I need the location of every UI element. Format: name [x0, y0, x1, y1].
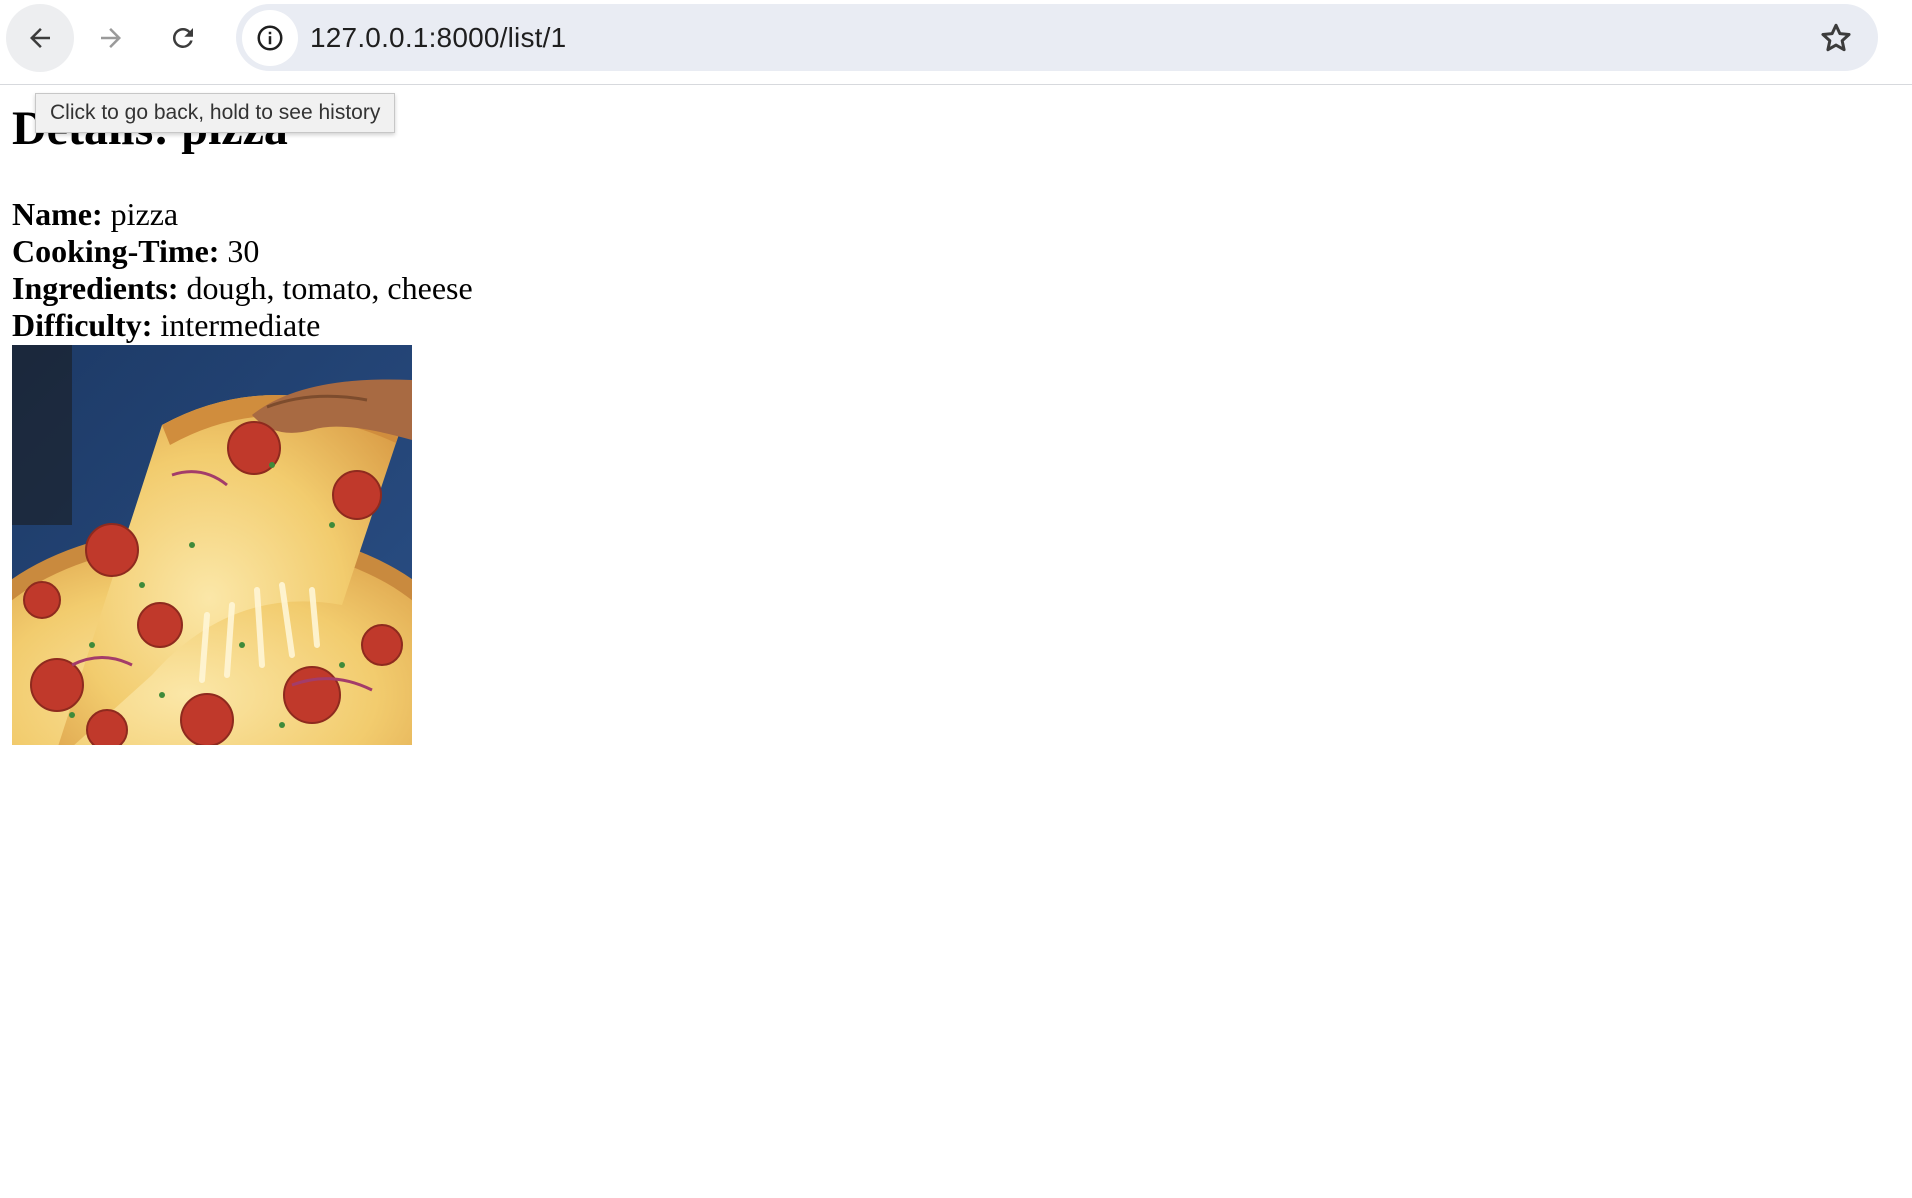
pizza-image: [12, 345, 412, 745]
browser-toolbar: 127.0.0.1:8000/list/1: [0, 0, 1912, 85]
arrow-right-icon: [101, 28, 121, 48]
forward-button[interactable]: [77, 4, 145, 72]
detail-value: dough, tomato, cheese: [186, 270, 473, 306]
detail-label: Difficulty:: [12, 307, 161, 343]
back-button-tooltip: Click to go back, hold to see history: [35, 93, 396, 133]
star-icon[interactable]: [1818, 20, 1854, 56]
detail-label: Cooking-Time:: [12, 233, 228, 269]
address-bar[interactable]: 127.0.0.1:8000/list/1: [236, 4, 1878, 71]
back-button[interactable]: [6, 4, 74, 72]
detail-value: intermediate: [160, 307, 321, 343]
info-icon: [257, 25, 283, 51]
site-info-button[interactable]: [242, 10, 298, 66]
detail-value: 30: [227, 233, 260, 269]
detail-cooking-time: Cooking-Time: 30: [12, 233, 473, 270]
detail-value: pizza: [110, 196, 179, 232]
detail-label: Name:: [12, 196, 111, 232]
detail-ingredients: Ingredients: dough, tomato, cheese: [12, 270, 473, 307]
reload-button[interactable]: [149, 4, 217, 72]
reload-icon: [172, 27, 193, 48]
url-text[interactable]: 127.0.0.1:8000/list/1: [310, 4, 566, 71]
detail-difficulty: Difficulty: intermediate: [12, 307, 473, 344]
detail-name: Name: pizza: [12, 196, 473, 233]
detail-label: Ingredients:: [12, 270, 187, 306]
arrow-left-icon: [30, 28, 50, 48]
details-list: Name: pizza Cooking-Time: 30 Ingredients…: [12, 196, 473, 344]
